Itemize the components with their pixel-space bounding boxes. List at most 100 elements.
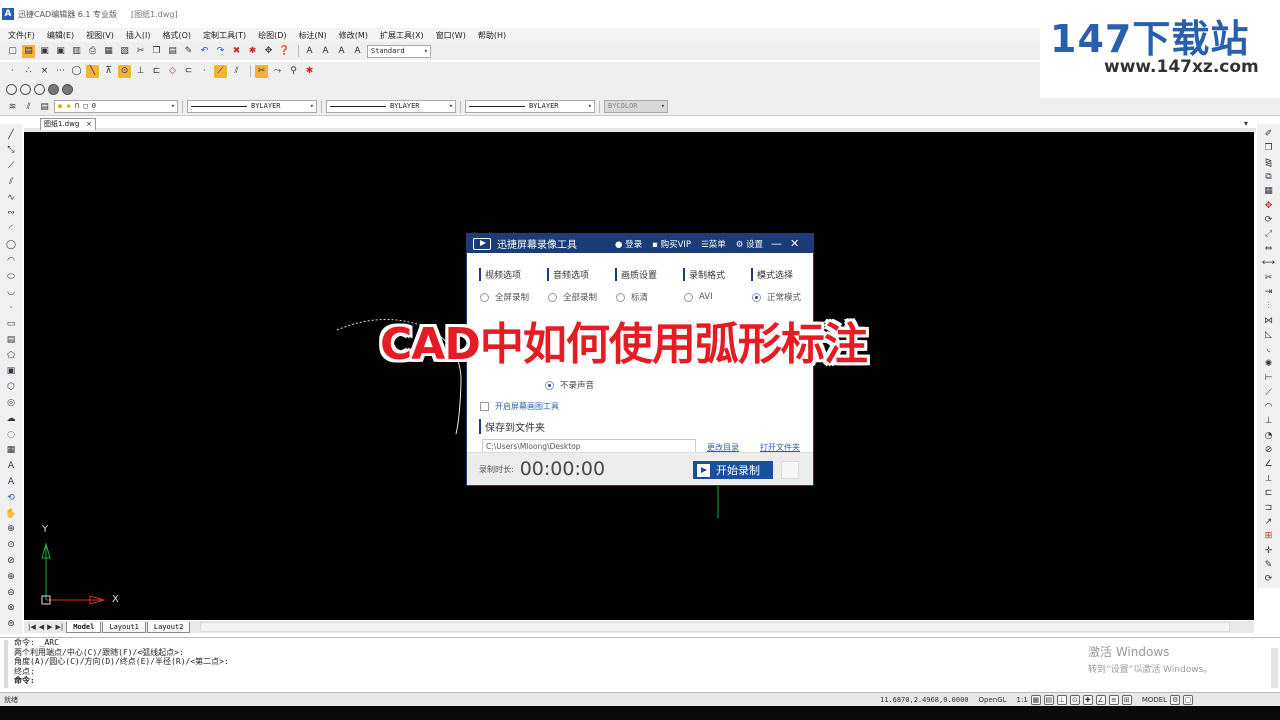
save-as-icon[interactable]: ▣: [54, 45, 67, 58]
zoom-extents-icon[interactable]: ⊜: [5, 618, 18, 631]
option-quality[interactable]: 标清: [616, 291, 684, 303]
paste-icon[interactable]: ▤: [166, 45, 179, 58]
zoom-window-icon[interactable]: ⊙: [5, 539, 18, 552]
radio-audio[interactable]: [548, 292, 557, 302]
command-window-grip[interactable]: [4, 640, 8, 688]
ellipse-arc-icon[interactable]: ◡: [5, 286, 18, 299]
dim-edit-icon[interactable]: ✎: [1262, 559, 1275, 571]
start-recording-button[interactable]: 开始录制: [693, 461, 773, 479]
menu-edit[interactable]: 编辑(E): [47, 30, 74, 41]
snap-tracking-icon[interactable]: ⤳: [271, 65, 284, 78]
layer-select[interactable]: ● ✺ ⊓ □ 0 ▾: [54, 100, 178, 113]
annotation-scale[interactable]: 1:1: [1017, 696, 1028, 704]
radio-format[interactable]: [684, 292, 693, 302]
settings-button[interactable]: ⚙ 设置: [736, 238, 763, 250]
mtext-icon[interactable]: A: [319, 45, 332, 58]
dim-update-icon[interactable]: ⟳: [1262, 574, 1275, 586]
osnap-icon[interactable]: ✚: [1082, 694, 1093, 705]
snap-center-icon[interactable]: ◯: [70, 65, 83, 78]
zoom-all-icon[interactable]: ⊗: [5, 602, 18, 615]
delete-icon[interactable]: ✖: [230, 45, 243, 58]
close-icon[interactable]: ✕: [790, 237, 799, 250]
dim-diameter-icon[interactable]: ⊘: [1262, 444, 1275, 456]
menu-modify[interactable]: 修改(M): [339, 30, 368, 41]
menu-help[interactable]: 帮助(H): [478, 30, 506, 41]
tab-layout1[interactable]: Layout1: [102, 621, 146, 633]
minimize-icon[interactable]: —: [771, 237, 782, 250]
chamfer-tool-icon[interactable]: ◺: [1262, 329, 1275, 341]
stop-button[interactable]: [781, 461, 799, 479]
dim-radius-icon[interactable]: ◔: [1262, 430, 1275, 442]
trim-tool-icon[interactable]: ✂: [1262, 272, 1275, 284]
tolerance-icon[interactable]: ⊞: [1262, 531, 1275, 543]
layer-manager-icon[interactable]: ≋: [6, 100, 19, 113]
snap-apparent-icon[interactable]: ⟋: [214, 64, 227, 78]
polyline-icon[interactable]: ⟋: [5, 160, 18, 173]
grid-icon[interactable]: ▦: [1030, 694, 1041, 705]
redo-icon[interactable]: ↷: [214, 45, 227, 58]
snap-insert-icon[interactable]: ⊥: [134, 65, 147, 78]
move-tool-icon[interactable]: ✥: [1262, 200, 1275, 212]
option-mode[interactable]: 正常模式: [752, 291, 820, 303]
snap-icon[interactable]: ▤: [1043, 694, 1054, 705]
radio-video[interactable]: [480, 292, 489, 302]
snap-tangent-icon[interactable]: ╲: [86, 64, 99, 78]
zoom-realtime-icon[interactable]: ⊕: [5, 523, 18, 536]
print-icon[interactable]: ⎙: [86, 45, 99, 58]
array-tool-icon[interactable]: ▦: [1262, 186, 1275, 198]
snap-nearest-icon[interactable]: ⊂: [182, 65, 195, 78]
prev-tab-icon[interactable]: ◀: [39, 623, 44, 631]
drawing-tool-checkbox[interactable]: [480, 402, 489, 411]
linetype-select[interactable]: BYLAYER ▾: [326, 100, 456, 113]
erase-tool-icon[interactable]: ✐: [1262, 128, 1275, 140]
freehand-icon[interactable]: ∾: [5, 207, 18, 220]
lineweight-icon[interactable]: ≡: [1108, 694, 1119, 705]
new-file-icon[interactable]: ▢: [6, 45, 19, 58]
offset-tool-icon[interactable]: ⧉: [1262, 171, 1275, 183]
radio-no-audio[interactable]: [545, 380, 554, 390]
menu-format[interactable]: 格式(O): [162, 30, 191, 41]
wireframe-icon[interactable]: [6, 83, 17, 95]
center-mark-icon[interactable]: ✛: [1262, 545, 1275, 557]
gouraud-shade-icon[interactable]: [48, 83, 59, 95]
option-audio[interactable]: 全部录制: [548, 291, 616, 303]
mirror-tool-icon[interactable]: ⧎: [1262, 157, 1275, 169]
menu-button[interactable]: ☰菜单: [701, 238, 726, 250]
snap-quadrant-icon[interactable]: ◇: [166, 65, 179, 78]
hidden-icon[interactable]: [20, 83, 31, 95]
zoom-in-icon[interactable]: ⊕: [5, 570, 18, 583]
dim-ordinate-icon[interactable]: ⊥: [1262, 416, 1275, 428]
snap-toggle-icon[interactable]: ✂: [255, 64, 268, 78]
rotate-tool-icon[interactable]: ⟳: [1262, 214, 1275, 226]
save-icon[interactable]: ▣: [38, 45, 51, 58]
text-tool-icon[interactable]: A: [5, 476, 18, 489]
snap-intersection-icon[interactable]: ×: [38, 65, 51, 78]
mtext-tool-icon[interactable]: A: [5, 460, 18, 473]
flat-shade-icon[interactable]: [34, 83, 45, 95]
snap-parallel-icon[interactable]: ⊏: [150, 65, 163, 78]
zoom-previous-icon[interactable]: ⊘: [5, 555, 18, 568]
ray-icon[interactable]: ⫽: [5, 175, 18, 188]
text-style-select[interactable]: Standard ▾: [367, 44, 431, 58]
help-icon[interactable]: ❓: [278, 45, 291, 58]
login-button[interactable]: ● 登录: [615, 238, 642, 250]
fillet-tool-icon[interactable]: ◟: [1262, 344, 1275, 356]
radio-quality[interactable]: [616, 292, 625, 302]
color-select[interactable]: BYLAYER ▾: [187, 100, 317, 113]
menu-dimension[interactable]: 标注(N): [299, 30, 327, 41]
cut-icon[interactable]: ✂: [134, 45, 147, 58]
point-icon[interactable]: ·: [5, 302, 18, 315]
drawing-tool-checkbox-row[interactable]: 开启屏幕画图工具: [480, 401, 559, 412]
snap-perpendicular-icon[interactable]: ⊼: [102, 65, 115, 78]
revcloud-icon[interactable]: ☁: [5, 412, 18, 425]
wipeout-icon[interactable]: ◌: [5, 428, 18, 441]
tab-layout2[interactable]: Layout2: [146, 621, 191, 633]
menu-insert[interactable]: 插入(I): [126, 30, 151, 41]
menu-draw[interactable]: 绘图(D): [258, 30, 286, 41]
layer-state-icon[interactable]: ▤: [38, 100, 51, 113]
close-icon[interactable]: ×: [86, 119, 92, 130]
menu-file[interactable]: 文件(F): [8, 30, 35, 41]
boundary-icon[interactable]: ⬡: [5, 381, 18, 394]
hatch-icon[interactable]: ▤: [5, 333, 18, 346]
ellipse-icon[interactable]: ⬭: [5, 270, 18, 283]
